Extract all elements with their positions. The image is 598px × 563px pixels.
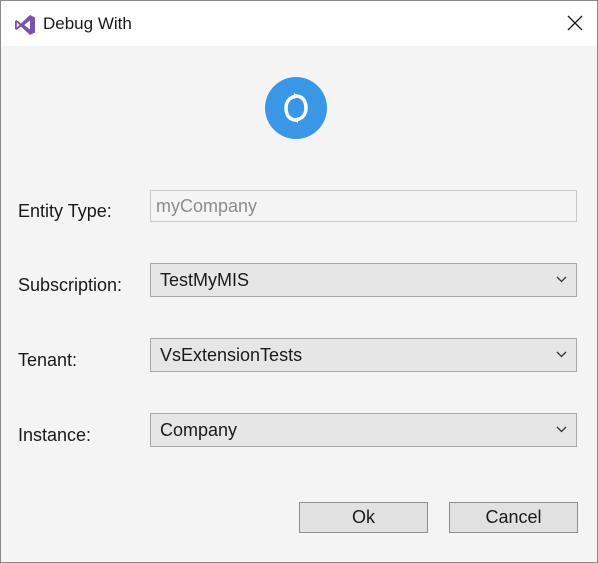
tenant-dropdown[interactable]: VsExtensionTests	[150, 338, 577, 372]
subscription-value: TestMyMIS	[160, 270, 250, 290]
debug-with-dialog: Debug With Entity Type: myCompany Subscr…	[0, 0, 598, 563]
cancel-button[interactable]: Cancel	[449, 502, 578, 533]
instance-label: Instance:	[18, 425, 92, 445]
close-icon	[567, 15, 583, 31]
title-bar: Debug With	[1, 1, 597, 46]
subscription-dropdown[interactable]: TestMyMIS	[150, 263, 577, 297]
instance-value: Company	[160, 420, 238, 440]
chevron-down-icon	[556, 276, 567, 283]
visual-studio-icon	[13, 13, 37, 37]
entity-type-field: myCompany	[150, 190, 577, 222]
chevron-down-icon	[556, 426, 567, 433]
ok-button[interactable]: Ok	[299, 502, 428, 533]
instance-dropdown[interactable]: Company	[150, 413, 577, 447]
entity-type-label: Entity Type:	[18, 201, 112, 221]
sync-logo-icon	[265, 77, 327, 139]
tenant-value: VsExtensionTests	[160, 345, 303, 365]
chevron-down-icon	[556, 351, 567, 358]
window-title: Debug With	[43, 14, 132, 33]
close-button[interactable]	[551, 1, 597, 46]
subscription-label: Subscription:	[18, 275, 123, 295]
tenant-label: Tenant:	[18, 350, 78, 370]
